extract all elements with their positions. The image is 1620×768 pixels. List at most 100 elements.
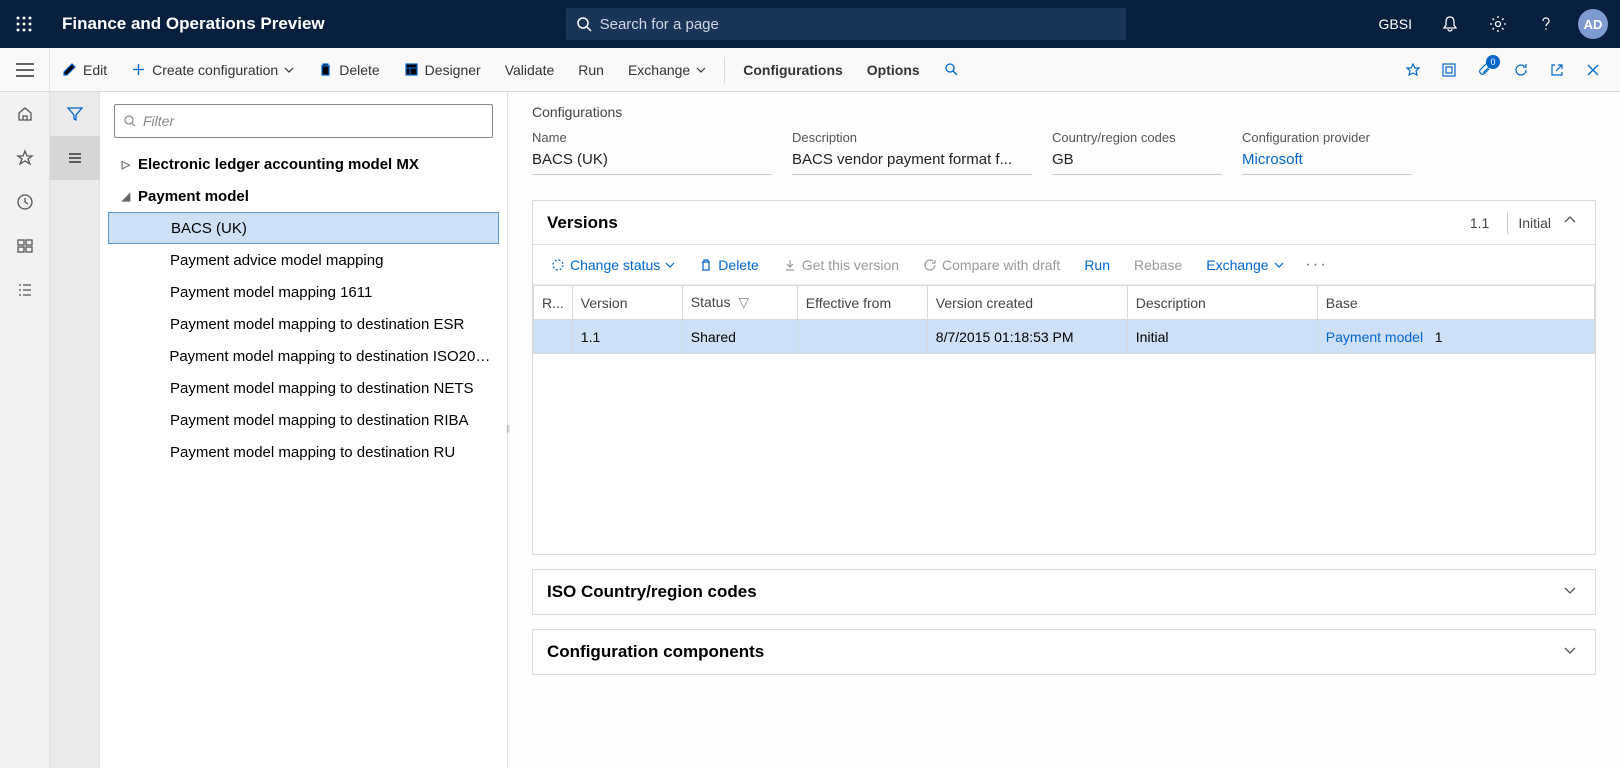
iso-section-title: ISO Country/region codes [547, 582, 1559, 602]
run-button[interactable]: Run [566, 48, 616, 91]
description-value[interactable]: BACS vendor payment format f... [792, 149, 1032, 175]
versions-table[interactable]: R... Version Status ▽ Effective from Ver… [533, 285, 1595, 354]
expand-icon[interactable] [1559, 639, 1581, 666]
delete-version-button[interactable]: Delete [689, 250, 768, 280]
cell-effective[interactable] [797, 320, 927, 354]
tree-node[interactable]: BACS (UK) [108, 212, 499, 244]
country-codes-label: Country/region codes [1052, 130, 1222, 145]
home-icon[interactable] [0, 92, 50, 136]
expand-icon[interactable] [1559, 579, 1581, 606]
recent-icon[interactable] [0, 180, 50, 224]
configuration-tree-panel: ▷Electronic ledger accounting model MX◢P… [100, 92, 508, 768]
cell-base[interactable]: Payment model 1 [1317, 320, 1594, 354]
tree-filter[interactable] [114, 104, 493, 138]
options-tab[interactable]: Options [855, 48, 932, 91]
tree-node-label: Payment model mapping to destination NET… [170, 380, 474, 397]
tree-node[interactable]: Payment model mapping to destination RU [108, 436, 499, 468]
tree-node-label: Payment model mapping to destination ISO… [169, 348, 491, 365]
attachments-icon[interactable]: 0 [1468, 53, 1502, 87]
download-icon [783, 258, 797, 272]
cell-r[interactable] [534, 320, 573, 354]
workspaces-icon[interactable] [0, 224, 50, 268]
provider-label: Configuration provider [1242, 130, 1412, 145]
find-button[interactable] [932, 48, 971, 91]
personalize-icon[interactable] [1396, 53, 1430, 87]
delete-button[interactable]: Delete [306, 48, 391, 91]
modules-icon[interactable] [0, 268, 50, 312]
search-icon [123, 114, 137, 128]
breadcrumb: Configurations [532, 104, 1596, 120]
designer-button[interactable]: Designer [392, 48, 493, 91]
close-icon[interactable] [1576, 53, 1610, 87]
col-description[interactable]: Description [1127, 286, 1317, 320]
configuration-tree[interactable]: ▷Electronic ledger accounting model MX◢P… [108, 148, 499, 768]
main-content: Configurations Name BACS (UK) Descriptio… [514, 92, 1620, 768]
search-icon [576, 16, 592, 32]
col-r[interactable]: R... [534, 286, 573, 320]
search-icon [944, 62, 959, 77]
plus-icon [131, 62, 146, 77]
change-status-button[interactable]: Change status [541, 250, 685, 280]
exchange-button[interactable]: Exchange [616, 48, 718, 91]
col-base[interactable]: Base [1317, 286, 1594, 320]
nav-toggle-icon[interactable] [0, 48, 50, 92]
company-picker[interactable]: GBSI [1367, 0, 1424, 48]
cell-version[interactable]: 1.1 [572, 320, 682, 354]
cell-created[interactable]: 8/7/2015 01:18:53 PM [927, 320, 1127, 354]
components-section: Configuration components [532, 629, 1596, 675]
popout-icon[interactable] [1540, 53, 1574, 87]
tree-node[interactable]: Payment model mapping to destination ESR [108, 308, 499, 340]
page-options-icon[interactable] [1432, 53, 1466, 87]
favorites-icon[interactable] [0, 136, 50, 180]
notifications-icon[interactable] [1428, 0, 1472, 48]
refresh-icon[interactable] [1504, 53, 1538, 87]
tree-caret-icon[interactable]: ◢ [114, 190, 138, 203]
edit-label: Edit [83, 62, 107, 78]
tree-node[interactable]: Payment model mapping to destination RIB… [108, 404, 499, 436]
cell-description[interactable]: Initial [1127, 320, 1317, 354]
collapse-icon[interactable] [1559, 209, 1581, 236]
tree-node[interactable]: Payment advice model mapping [108, 244, 499, 276]
configurations-tab[interactable]: Configurations [731, 48, 855, 91]
create-configuration-button[interactable]: Create configuration [119, 48, 306, 91]
tree-node[interactable]: Payment model mapping 1611 [108, 276, 499, 308]
col-created[interactable]: Version created [927, 286, 1127, 320]
country-codes-value[interactable]: GB [1052, 149, 1222, 175]
col-status[interactable]: Status ▽ [682, 286, 797, 320]
versions-title: Versions [547, 213, 1470, 233]
tree-filter-input[interactable] [143, 113, 484, 129]
tree-node-label: Payment model mapping 1611 [170, 284, 372, 301]
tree-node[interactable]: Payment model mapping to destination NET… [108, 372, 499, 404]
table-row[interactable]: 1.1Shared 8/7/2015 01:18:53 PMInitialPaym… [534, 320, 1595, 354]
cell-status[interactable]: Shared [682, 320, 797, 354]
edit-button[interactable]: Edit [50, 48, 119, 91]
tree-node[interactable]: ◢Payment model [108, 180, 499, 212]
validate-button[interactable]: Validate [493, 48, 567, 91]
tree-node-label: Payment model [138, 188, 249, 205]
col-version[interactable]: Version [572, 286, 682, 320]
tree-node-label: Payment model mapping to destination RIB… [170, 412, 469, 429]
more-actions-icon[interactable]: ··· [1298, 256, 1336, 274]
app-launcher-icon[interactable] [0, 0, 48, 48]
designer-icon [404, 62, 419, 77]
get-version-button: Get this version [773, 250, 909, 280]
search-input[interactable] [600, 16, 1116, 33]
tree-node[interactable]: ▷Electronic ledger accounting model MX [108, 148, 499, 180]
filter-icon[interactable] [50, 92, 100, 136]
global-search[interactable] [566, 8, 1126, 40]
chevron-down-icon [1274, 260, 1284, 270]
name-value[interactable]: BACS (UK) [532, 149, 772, 175]
tree-caret-icon[interactable]: ▷ [114, 158, 138, 171]
splitter-handle[interactable] [508, 92, 514, 768]
settings-icon[interactable] [1476, 0, 1520, 48]
exchange-version-button[interactable]: Exchange [1196, 250, 1293, 280]
provider-value[interactable]: Microsoft [1242, 149, 1412, 175]
help-icon[interactable] [1524, 0, 1568, 48]
delete-label: Delete [339, 62, 379, 78]
tree-node[interactable]: Payment model mapping to destination ISO… [108, 340, 499, 372]
col-effective[interactable]: Effective from [797, 286, 927, 320]
user-avatar[interactable]: AD [1578, 9, 1608, 39]
run-version-button[interactable]: Run [1074, 250, 1120, 280]
filter-icon[interactable]: ▽ [738, 294, 749, 310]
list-view-icon[interactable] [50, 136, 100, 180]
